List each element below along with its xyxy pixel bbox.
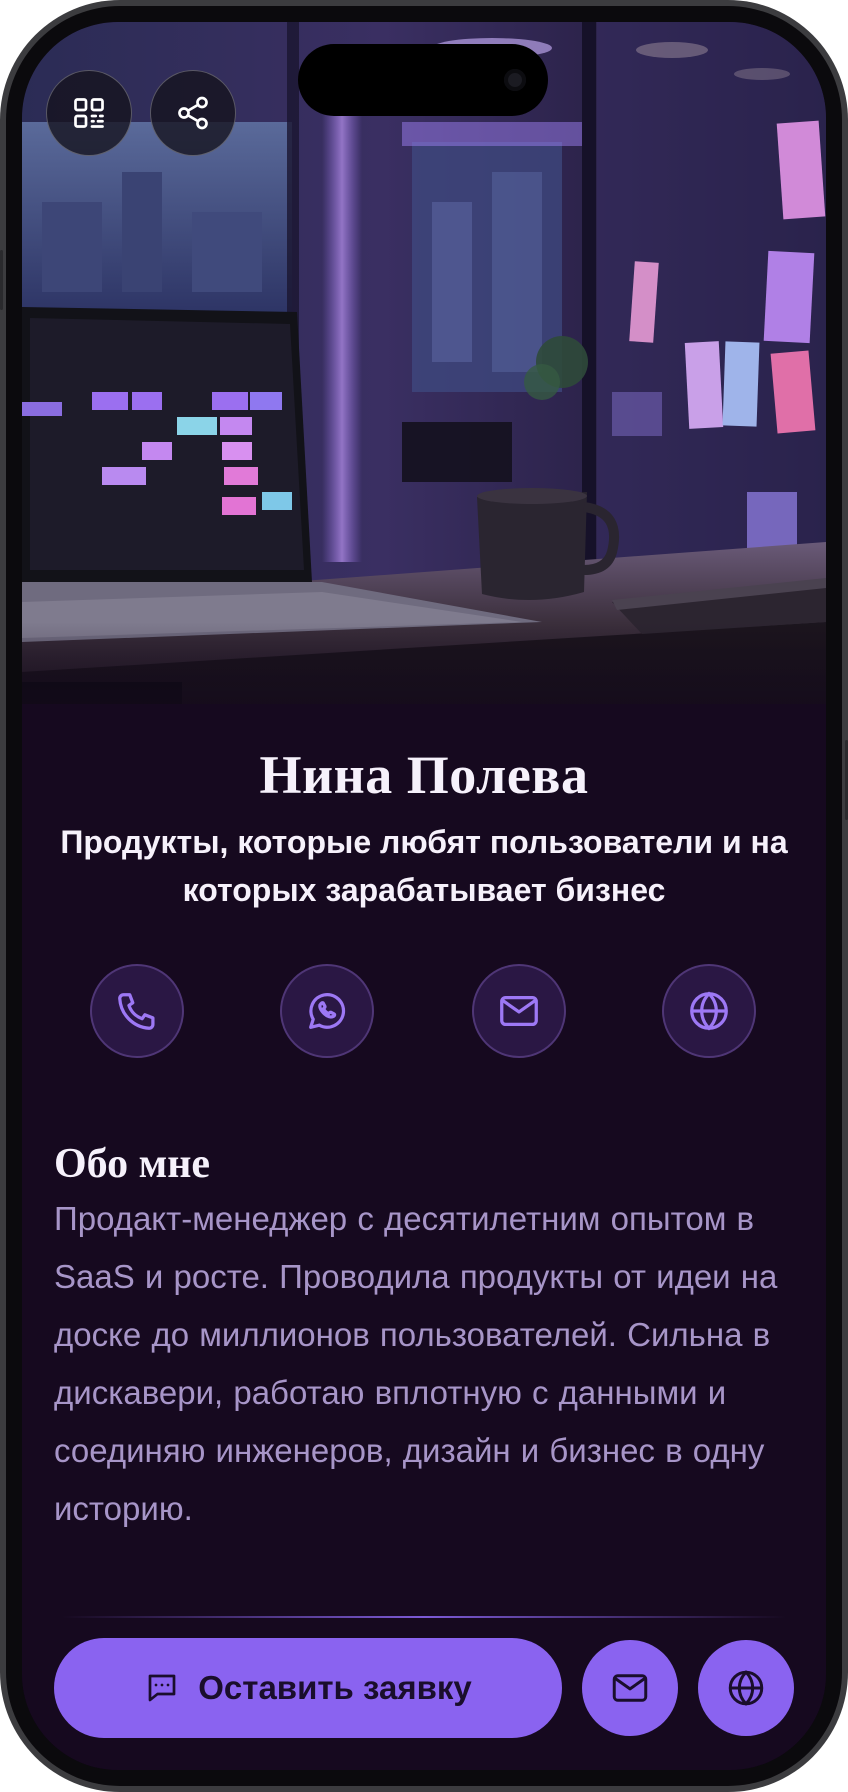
globe-icon xyxy=(690,991,728,1031)
chat-icon xyxy=(148,1674,176,1702)
about-text: Продакт-менеджер с десятилетним опытом в… xyxy=(54,1200,778,1527)
qr-code-button[interactable] xyxy=(46,70,132,156)
phone-button[interactable] xyxy=(90,964,184,1058)
mail-icon xyxy=(612,1674,648,1702)
profile-name: Нина Полева xyxy=(259,745,589,805)
qr-code-icon xyxy=(74,98,104,128)
whatsapp-button[interactable] xyxy=(280,964,374,1058)
globe-icon xyxy=(728,1670,764,1706)
submit-request-label: Оставить заявку xyxy=(198,1669,472,1706)
share-icon xyxy=(178,96,208,130)
footer-email-button[interactable] xyxy=(582,1640,678,1736)
divider xyxy=(62,1616,786,1618)
camera-icon xyxy=(504,69,526,91)
website-button[interactable] xyxy=(662,964,756,1058)
hero-image xyxy=(22,22,826,704)
profile-tagline: Продукты, которые любят пользователи и н… xyxy=(60,824,788,908)
contact-buttons xyxy=(22,964,826,1060)
mail-icon xyxy=(500,995,538,1027)
email-button[interactable] xyxy=(472,964,566,1058)
share-button[interactable] xyxy=(150,70,236,156)
submit-request-button[interactable]: Оставить заявку xyxy=(54,1638,562,1738)
screen: Нина Полева Продукты, которые любят поль… xyxy=(22,22,826,1770)
about-title: Обо мне xyxy=(54,1141,211,1187)
side-button xyxy=(0,250,3,310)
dynamic-island xyxy=(298,44,548,116)
phone-icon xyxy=(118,993,155,1030)
footer-website-button[interactable] xyxy=(698,1640,794,1736)
whatsapp-icon xyxy=(309,993,346,1029)
